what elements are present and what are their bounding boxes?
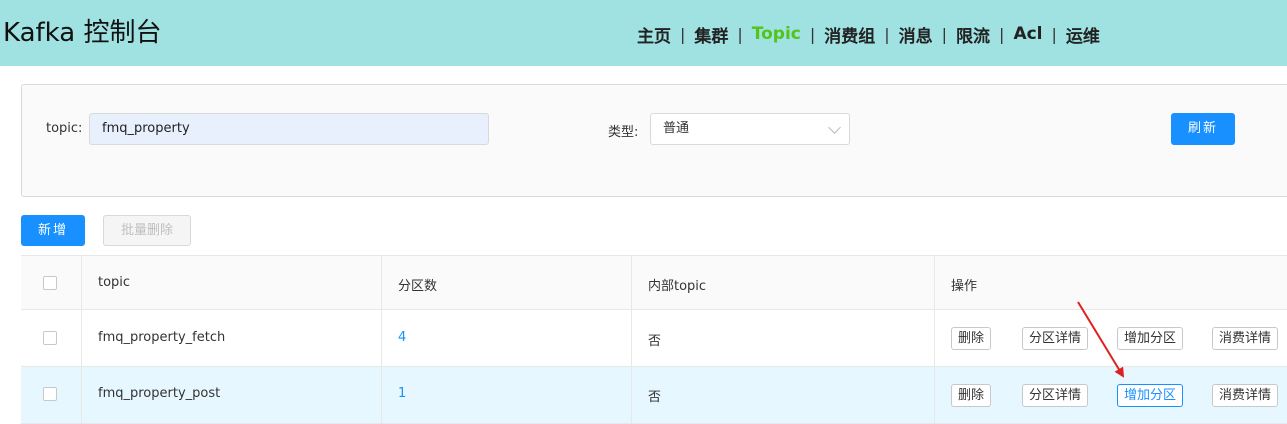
column-divider	[81, 256, 82, 309]
column-divider	[381, 256, 382, 309]
row-checkbox[interactable]	[43, 331, 57, 345]
type-select-value: 普通	[663, 121, 690, 136]
column-divider	[381, 367, 382, 423]
topic-name: fmq_property_fetch	[98, 330, 226, 345]
nav-item-topic[interactable]: Topic	[752, 24, 801, 44]
column-divider	[934, 310, 935, 366]
column-header-actions: 操作	[951, 279, 978, 294]
consumer-details-button[interactable]: 消费详情	[1212, 327, 1279, 350]
topic-filter-label: topic:	[46, 121, 83, 136]
column-divider	[631, 310, 632, 366]
batch-delete-button[interactable]: 批量删除	[103, 215, 191, 246]
column-header-partitions: 分区数	[398, 279, 438, 294]
nav-separator: |	[1051, 24, 1057, 44]
table-row: fmq_property_fetch 4 否 删除 分区详情 增加分区 消费详情	[21, 310, 1287, 367]
table-row: fmq_property_post 1 否 删除 分区详情 增加分区 消费详情	[21, 367, 1287, 424]
nav-separator: |	[680, 24, 686, 44]
nav-item-throttle[interactable]: 限流	[956, 22, 990, 47]
nav-separator: |	[999, 24, 1005, 44]
column-divider	[81, 367, 82, 423]
partition-count-link[interactable]: 4	[398, 330, 406, 345]
consumer-details-button[interactable]: 消费详情	[1212, 384, 1279, 407]
nav-separator: |	[884, 24, 890, 44]
column-divider	[934, 256, 935, 309]
type-filter-label: 类型:	[608, 125, 639, 140]
column-divider	[631, 367, 632, 423]
add-partition-button[interactable]: 增加分区	[1117, 384, 1184, 407]
internal-topic-value: 否	[648, 390, 662, 405]
nav-item-ops[interactable]: 运维	[1066, 22, 1100, 47]
column-divider	[81, 310, 82, 366]
partition-details-button[interactable]: 分区详情	[1022, 384, 1089, 407]
add-partition-button[interactable]: 增加分区	[1117, 327, 1184, 350]
nav-item-home[interactable]: 主页	[637, 22, 671, 47]
nav-separator: |	[941, 24, 948, 44]
nav-item-acl[interactable]: Acl	[1013, 24, 1042, 44]
nav-item-message[interactable]: 消息	[899, 22, 933, 47]
column-divider	[934, 367, 935, 423]
column-header-internal: 内部topic	[648, 279, 707, 294]
top-nav: 主页 | 集群 | Topic | 消费组 | 消息 | 限流 | Acl | …	[637, 22, 1100, 47]
column-header-topic: topic	[98, 275, 131, 290]
type-select[interactable]: 普通	[650, 113, 850, 145]
nav-separator: |	[737, 24, 743, 44]
topic-search-input[interactable]: fmq_property	[89, 113, 489, 145]
topic-name: fmq_property_post	[98, 386, 221, 401]
chevron-down-icon	[828, 121, 841, 134]
internal-topic-value: 否	[648, 334, 662, 349]
column-divider	[381, 310, 382, 366]
refresh-button[interactable]: 刷新	[1171, 113, 1235, 145]
delete-button[interactable]: 删除	[951, 384, 992, 407]
nav-item-cluster[interactable]: 集群	[694, 22, 728, 47]
partition-count-link[interactable]: 1	[398, 386, 406, 401]
header-bar: Kafka 控制台 主页 | 集群 | Topic | 消费组 | 消息 | 限…	[0, 0, 1287, 66]
nav-item-consumer-group[interactable]: 消费组	[824, 22, 875, 47]
row-checkbox[interactable]	[43, 387, 57, 401]
partition-details-button[interactable]: 分区详情	[1022, 327, 1089, 350]
table-header-row: topic 分区数 内部topic 操作	[21, 255, 1287, 310]
select-all-checkbox[interactable]	[43, 276, 57, 290]
add-button[interactable]: 新增	[21, 215, 85, 246]
column-divider	[631, 256, 632, 309]
app-title: Kafka 控制台	[3, 18, 162, 48]
nav-separator: |	[809, 24, 816, 44]
delete-button[interactable]: 删除	[951, 327, 992, 350]
